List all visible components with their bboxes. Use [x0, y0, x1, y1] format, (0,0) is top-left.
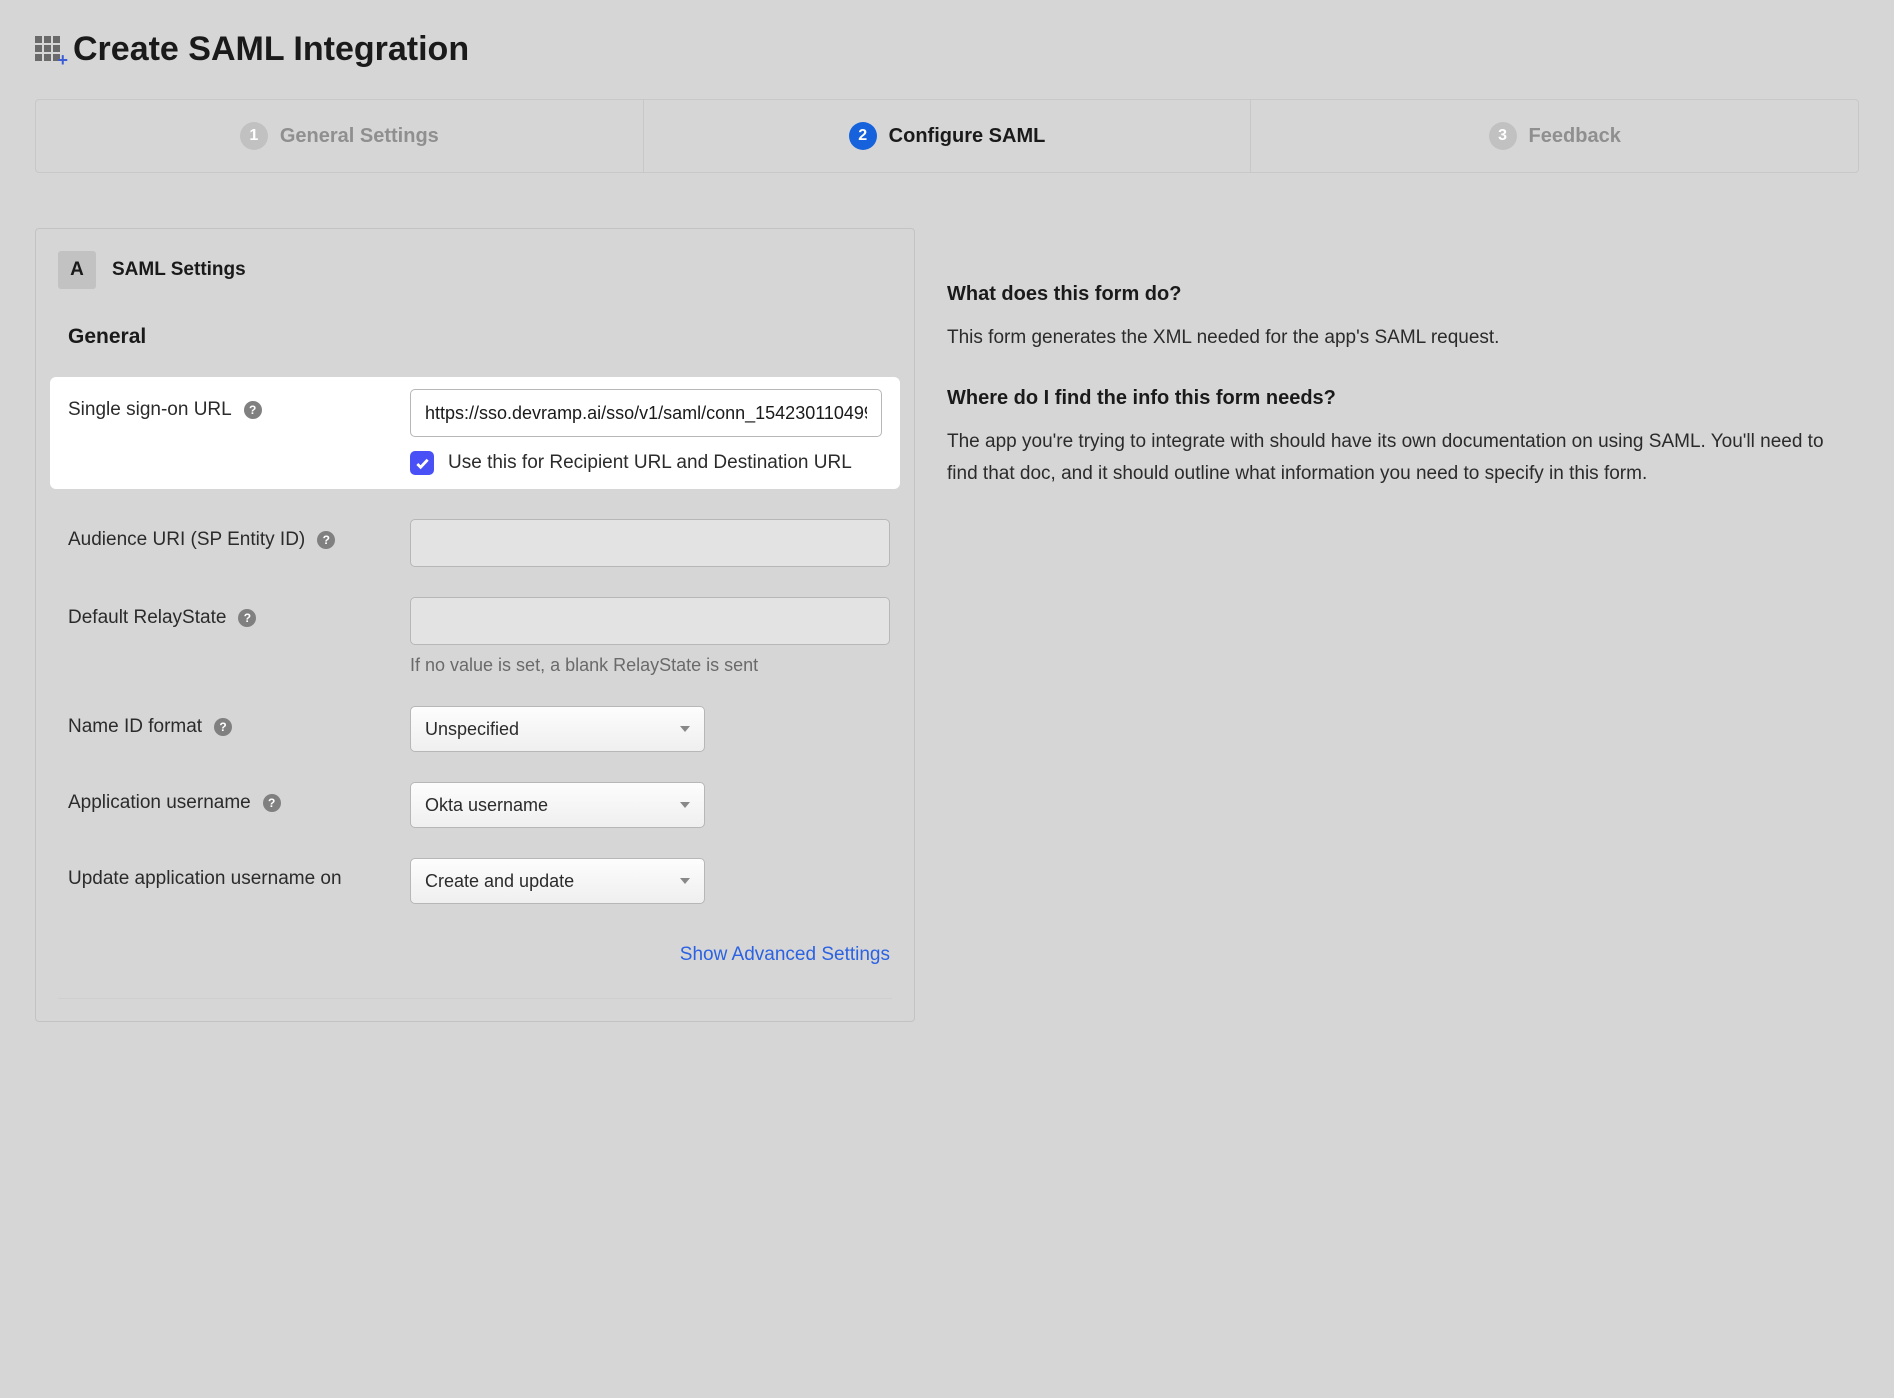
help-q2-body: The app you're trying to integrate with …: [947, 426, 1859, 489]
subsection-general: General: [58, 325, 892, 349]
chevron-down-icon: [680, 802, 690, 808]
app-username-select[interactable]: Okta username: [410, 782, 705, 828]
section-title: SAML Settings: [112, 259, 246, 281]
wizard-step-feedback[interactable]: 3 Feedback: [1251, 100, 1858, 172]
step-label-1: General Settings: [280, 125, 439, 148]
help-q1-title: What does this form do?: [947, 283, 1859, 306]
nameid-select[interactable]: Unspecified: [410, 706, 705, 752]
help-q2-title: Where do I find the info this form needs…: [947, 387, 1859, 410]
chevron-down-icon: [680, 726, 690, 732]
sso-url-row: Single sign-on URL ? Use this for Recipi…: [50, 377, 900, 489]
saml-settings-panel: A SAML Settings General Single sign-on U…: [35, 228, 915, 1022]
help-icon[interactable]: ?: [214, 718, 232, 736]
wizard-step-configure-saml[interactable]: 2 Configure SAML: [644, 100, 1252, 172]
update-on-label: Update application username on: [68, 868, 342, 890]
step-number-3: 3: [1489, 122, 1517, 150]
audience-input[interactable]: [410, 519, 890, 567]
check-icon: [415, 456, 430, 471]
show-advanced-link[interactable]: Show Advanced Settings: [680, 944, 890, 965]
app-grid-icon: +: [35, 36, 63, 64]
nameid-value: Unspecified: [425, 719, 519, 740]
step-number-2: 2: [849, 122, 877, 150]
relay-hint: If no value is set, a blank RelayState i…: [410, 655, 892, 676]
help-icon[interactable]: ?: [244, 401, 262, 419]
divider: [58, 998, 892, 999]
use-for-recipient-checkbox[interactable]: [410, 451, 434, 475]
update-on-select[interactable]: Create and update: [410, 858, 705, 904]
help-sidebar: What does this form do? This form genera…: [947, 228, 1859, 523]
audience-label: Audience URI (SP Entity ID): [68, 529, 305, 551]
help-icon[interactable]: ?: [317, 531, 335, 549]
app-username-value: Okta username: [425, 795, 548, 816]
chevron-down-icon: [680, 878, 690, 884]
step-number-1: 1: [240, 122, 268, 150]
step-label-3: Feedback: [1529, 125, 1621, 148]
relay-label: Default RelayState: [68, 607, 226, 629]
nameid-label: Name ID format: [68, 716, 202, 738]
wizard-steps: 1 General Settings 2 Configure SAML 3 Fe…: [35, 99, 1859, 173]
help-icon[interactable]: ?: [263, 794, 281, 812]
sso-url-label: Single sign-on URL: [68, 399, 232, 421]
step-label-2: Configure SAML: [889, 125, 1046, 148]
section-letter: A: [58, 251, 96, 289]
help-icon[interactable]: ?: [238, 609, 256, 627]
update-on-value: Create and update: [425, 871, 574, 892]
sso-url-input[interactable]: [410, 389, 882, 437]
app-username-label: Application username: [68, 792, 251, 814]
relay-input[interactable]: [410, 597, 890, 645]
help-q1-body: This form generates the XML needed for t…: [947, 322, 1859, 353]
wizard-step-general[interactable]: 1 General Settings: [36, 100, 644, 172]
page-title: Create SAML Integration: [73, 30, 469, 69]
use-for-recipient-label: Use this for Recipient URL and Destinati…: [448, 452, 852, 474]
